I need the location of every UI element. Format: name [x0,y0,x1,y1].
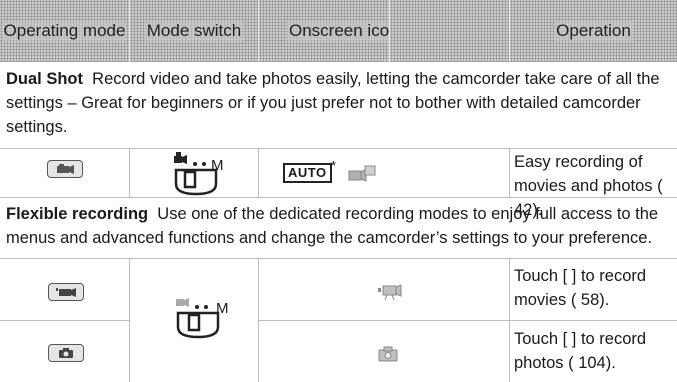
header-operation-label: Operation [554,21,633,41]
header-onscreen-icon-label: Onscreen icon [287,21,401,41]
row-divider [0,258,677,259]
header-mode-switch-label: Mode switch [144,21,244,41]
header-divider [129,0,130,62]
header-operating-mode-label: Operating mode [1,21,128,41]
dual-switch-m-label: M [211,157,224,174]
col-divider [129,148,130,197]
photo-onscreen-icon [378,346,398,362]
col-divider [258,148,259,197]
photo-operation-text: Touch [ ] to record photos ( 104). [514,330,647,372]
row-divider [0,148,677,149]
mode-table: Operating mode Mode switch Onscreen icon… [0,0,677,382]
movie-operation: Touch [ ] to record movies ( 58). [514,264,674,312]
row-divider [258,320,677,321]
dual-shot-title: Dual Shot [6,70,83,88]
dual-shot-onscreen-icon [348,165,376,182]
col-divider [129,258,130,382]
dual-shot-camera-icon [47,160,83,178]
photo-camera-icon [48,344,84,362]
dual-shot-description: Dual Shot Record video and take photos e… [6,67,674,139]
photo-operation: Touch [ ] to record photos ( 104). [514,327,674,375]
flexible-switch-m-label: M [216,300,229,317]
movie-onscreen-icon [378,284,402,301]
row-divider [0,197,677,198]
movie-operation-text: Touch [ ] to record movies ( 58). [514,267,647,309]
dual-shot-text: Record video and take photos easily, let… [6,70,660,136]
mode-switch-icon [174,152,218,196]
header-operating-mode: Operating mode [0,0,129,62]
header-divider [509,0,510,62]
col-divider [509,148,510,197]
flexible-description: Flexible recording Use one of the dedica… [6,202,674,250]
movie-camera-icon [48,283,84,301]
header-mode-switch: Mode switch [130,0,258,62]
row-divider [0,320,129,321]
header-operation: Operation [390,0,677,62]
flexible-title: Flexible recording [6,205,149,223]
auto-mode-icon: AUTO [283,163,332,183]
auto-asterisk: * [331,158,337,173]
header-divider [258,0,259,62]
header-divider [389,0,390,62]
